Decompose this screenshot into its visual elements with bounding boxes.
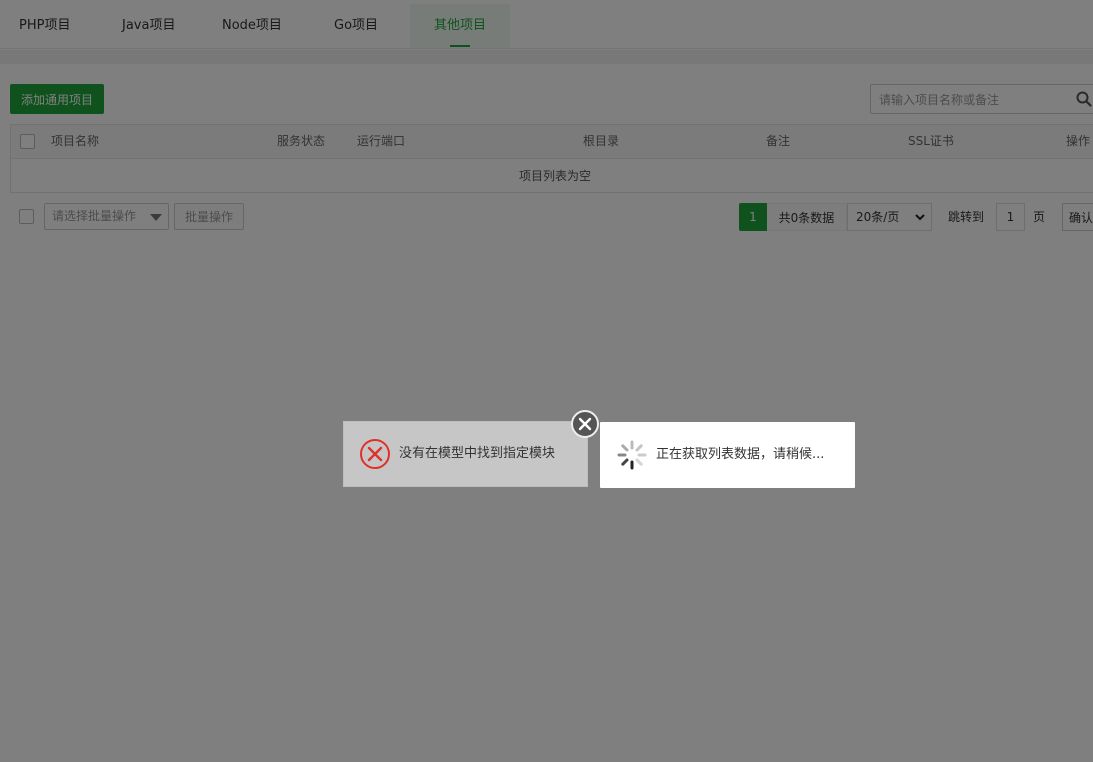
loading-spinner-icon (617, 440, 647, 470)
modal-overlay (0, 0, 1093, 762)
loading-toast: 正在获取列表数据，请稍候... (600, 422, 855, 488)
close-icon (578, 417, 592, 431)
error-toast: 没有在模型中找到指定模块 (343, 421, 588, 487)
error-message: 没有在模型中找到指定模块 (399, 446, 556, 461)
error-circle-icon (360, 439, 390, 469)
loading-message: 正在获取列表数据，请稍候... (656, 447, 825, 462)
close-error-button[interactable] (571, 410, 599, 438)
